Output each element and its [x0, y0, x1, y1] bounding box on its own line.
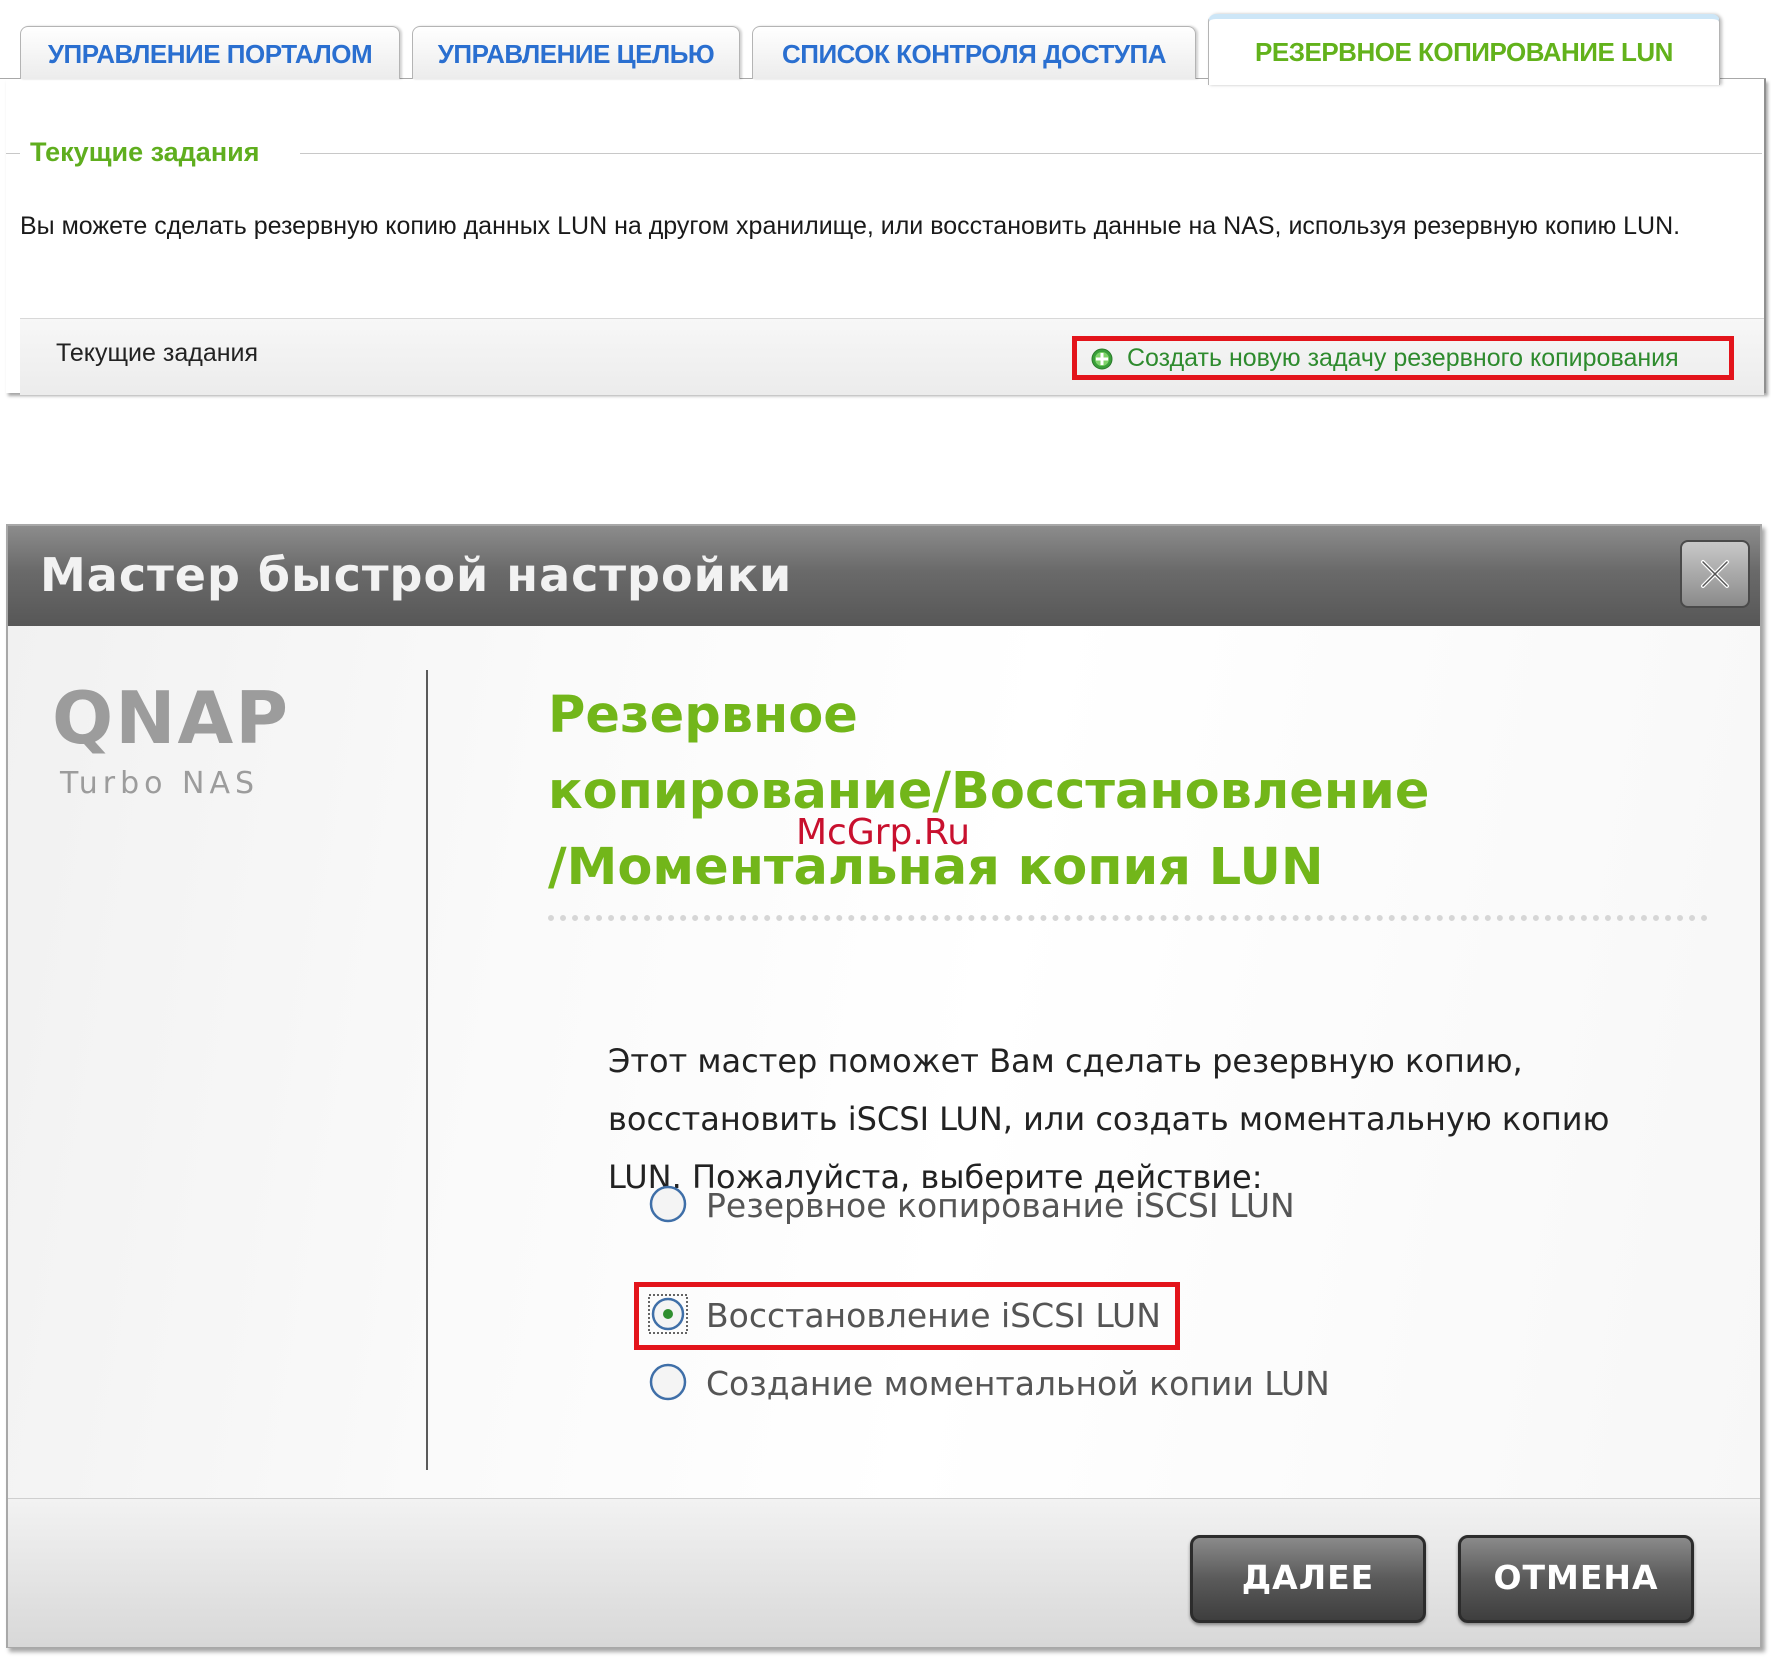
close-button[interactable]	[1680, 540, 1750, 608]
heading-line: Резервное	[548, 686, 858, 745]
plus-circle-icon	[1091, 348, 1113, 370]
qnap-logo: QNAP Turbo NAS	[52, 682, 290, 801]
section-legend: Текущие задания	[30, 137, 260, 167]
radio-unchecked-icon	[649, 1185, 687, 1223]
wizard-footer: ДАЛЕЕ ОТМЕНА	[8, 1498, 1760, 1647]
cancel-button[interactable]: ОТМЕНА	[1458, 1535, 1694, 1623]
logo-sub-text: Turbo NAS	[60, 766, 260, 801]
quick-setup-wizard: Мастер быстрой настройки QNAP Turbo NAS …	[6, 524, 1762, 1648]
wizard-title: Мастер быстрой настройки	[40, 548, 793, 602]
next-button[interactable]: ДАЛЕЕ	[1190, 1535, 1426, 1623]
tab-lun-backup[interactable]: РЕЗЕРВНОЕ КОПИРОВАНИЕ LUN	[1208, 14, 1720, 85]
wizard-heading: Резервное копирование/Восстановление /Мо…	[548, 678, 1648, 906]
fieldset-line	[300, 153, 1762, 154]
selection-highlight	[634, 1282, 1180, 1350]
option-label: Резервное копирование iSCSI LUN	[706, 1186, 1295, 1225]
wizard-body: QNAP Turbo NAS Резервное копирование/Вос…	[8, 626, 1760, 1498]
radio-unchecked-icon	[649, 1363, 687, 1401]
heading-line: /Моментальная копия LUN	[548, 838, 1324, 897]
watermark: McGrp.Ru	[796, 812, 971, 853]
logo-main-text: QNAP	[52, 676, 290, 760]
tab-portal-management[interactable]: УПРАВЛЕНИЕ ПОРТАЛОМ	[20, 26, 400, 79]
tab-target-management[interactable]: УПРАВЛЕНИЕ ЦЕЛЬЮ	[412, 26, 740, 79]
wizard-intro: Этот мастер поможет Вам сделать резервну…	[608, 1042, 1610, 1196]
option-label: Создание моментальной копии LUN	[706, 1364, 1330, 1403]
close-icon	[1701, 560, 1729, 588]
lun-backup-panel: УПРАВЛЕНИЕ ПОРТАЛОМ УПРАВЛЕНИЕ ЦЕЛЬЮ СПИ…	[0, 0, 1771, 400]
dotted-divider	[548, 915, 1708, 921]
create-backup-job-link[interactable]: Создать новую задачу резервного копирова…	[1072, 336, 1734, 380]
fieldset-line	[6, 153, 20, 154]
vertical-divider	[426, 670, 428, 1470]
heading-line: копирование/Восстановление	[548, 762, 1430, 821]
wizard-header: Мастер быстрой настройки	[8, 526, 1760, 626]
tab-access-control-list[interactable]: СПИСОК КОНТРОЛЯ ДОСТУПА	[752, 26, 1196, 79]
panel-description: Вы можете сделать резервную копию данных…	[20, 212, 1681, 240]
create-backup-job-label: Создать новую задачу резервного копирова…	[1127, 344, 1679, 372]
jobs-label: Текущие задания	[56, 339, 259, 367]
